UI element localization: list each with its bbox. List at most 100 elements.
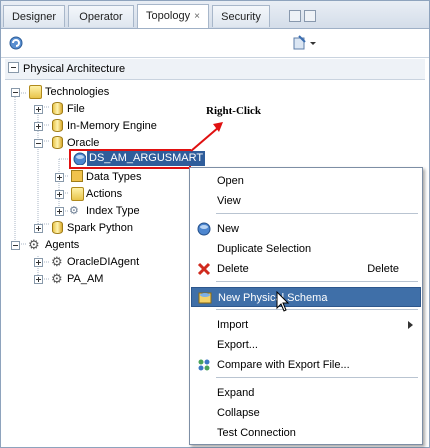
technology-icon bbox=[52, 119, 63, 132]
expand-icon[interactable] bbox=[55, 173, 64, 182]
technology-icon bbox=[52, 136, 63, 149]
expand-icon[interactable] bbox=[34, 105, 43, 114]
tree-item-technologies[interactable]: Technologies bbox=[1, 84, 201, 100]
tree-item-data-types[interactable]: Data Types bbox=[1, 169, 201, 185]
tab-security-label: Security bbox=[221, 11, 261, 23]
expand-icon[interactable] bbox=[34, 224, 43, 233]
delete-icon bbox=[197, 262, 211, 276]
menu-separator bbox=[216, 309, 418, 310]
menu-item-open[interactable]: Open bbox=[191, 171, 421, 191]
minimize-icon[interactable] bbox=[289, 10, 301, 22]
new-icon bbox=[197, 222, 211, 236]
collapse-icon[interactable] bbox=[34, 139, 43, 148]
tab-designer[interactable]: Designer bbox=[3, 5, 65, 27]
tree-label: Spark Python bbox=[67, 222, 134, 234]
tree-label: Data Types bbox=[86, 171, 142, 183]
expand-icon[interactable] bbox=[34, 258, 43, 267]
submenu-arrow-icon bbox=[408, 321, 413, 329]
menu-label: Test Connection bbox=[217, 427, 296, 439]
tree-label: OracleDIAgent bbox=[67, 256, 140, 268]
tab-topology-label: Topology bbox=[146, 10, 191, 22]
tree-item-data-server[interactable]: DS_AM_ARGUSMART bbox=[71, 151, 206, 167]
menu-item-delete[interactable]: Delete Delete bbox=[191, 259, 421, 279]
tab-designer-label: Designer bbox=[11, 11, 57, 23]
menu-label: Duplicate Selection bbox=[217, 243, 312, 255]
folder-icon bbox=[71, 187, 84, 201]
menu-label: Expand bbox=[217, 387, 255, 399]
tree-item-inmemory[interactable]: In-Memory Engine bbox=[1, 118, 201, 134]
technology-icon bbox=[52, 102, 63, 115]
menu-label: New Physical Schema bbox=[218, 292, 328, 304]
folder-icon bbox=[29, 85, 42, 99]
menu-label: Delete bbox=[217, 263, 249, 275]
expand-icon[interactable] bbox=[34, 275, 43, 284]
menu-separator bbox=[216, 281, 418, 282]
menu-item-expand[interactable]: Expand bbox=[191, 383, 421, 403]
data-server-icon bbox=[73, 152, 86, 165]
tree-label: DS_AM_ARGUSMART bbox=[87, 151, 206, 166]
menu-item-duplicate[interactable]: Duplicate Selection bbox=[191, 239, 421, 259]
toolbar bbox=[1, 29, 429, 58]
connect-navigator-icon[interactable] bbox=[9, 35, 25, 51]
tree-label: Technologies bbox=[45, 86, 110, 98]
expand-icon[interactable] bbox=[55, 190, 64, 199]
menu-separator bbox=[216, 213, 418, 214]
tree-item-file[interactable]: File bbox=[1, 101, 201, 117]
tab-security[interactable]: Security bbox=[212, 5, 270, 27]
tree-item-index-type[interactable]: ⚙ Index Type bbox=[1, 203, 201, 219]
compare-icon bbox=[198, 359, 210, 371]
physical-schema-icon bbox=[198, 292, 212, 304]
menu-label: Open bbox=[217, 175, 244, 187]
section-title: Physical Architecture bbox=[23, 63, 126, 75]
menu-label: New bbox=[217, 223, 240, 235]
expand-icon[interactable] bbox=[34, 122, 43, 131]
menu-item-view[interactable]: View bbox=[191, 191, 421, 211]
tab-operator-label: Operator bbox=[79, 11, 123, 23]
tree-item-spark-python[interactable]: Spark Python bbox=[1, 220, 201, 236]
tree-label: File bbox=[67, 103, 85, 115]
collapse-icon[interactable] bbox=[11, 88, 20, 97]
tree-item-actions[interactable]: Actions bbox=[1, 186, 201, 202]
menu-label: Import bbox=[217, 319, 249, 331]
tree-item-agents[interactable]: ⚙ Agents bbox=[1, 237, 201, 253]
technology-icon bbox=[52, 221, 63, 234]
data-types-icon bbox=[71, 170, 83, 182]
menu-item-collapse[interactable]: Collapse bbox=[191, 403, 421, 423]
collapse-icon[interactable] bbox=[8, 62, 19, 73]
close-tab-icon[interactable]: × bbox=[194, 11, 200, 22]
new-item-dropdown-icon[interactable] bbox=[292, 35, 318, 51]
menu-item-import[interactable]: Import bbox=[191, 315, 421, 335]
menu-item-new-physical-schema[interactable]: New Physical Schema bbox=[191, 287, 421, 307]
tree-label: Index Type bbox=[86, 205, 140, 217]
tree-label: In-Memory Engine bbox=[67, 120, 157, 132]
tab-bar: Designer Operator Topology × Security bbox=[1, 1, 429, 29]
tree-label: PA_AM bbox=[67, 273, 104, 285]
tree-item-agent-oracledi[interactable]: ⚙ OracleDIAgent bbox=[1, 254, 201, 270]
menu-item-test-connection[interactable]: Test Connection bbox=[191, 423, 421, 443]
agents-gear-icon: ⚙ bbox=[28, 237, 40, 252]
menu-item-compare[interactable]: Compare with Export File... bbox=[191, 355, 421, 375]
menu-item-new[interactable]: New bbox=[191, 219, 421, 239]
tree-item-agent-pa-am[interactable]: ⚙ PA_AM bbox=[1, 271, 201, 287]
expand-icon[interactable] bbox=[55, 207, 64, 216]
menu-separator bbox=[216, 377, 418, 378]
context-menu: Open View New Duplicate Selection Delete… bbox=[189, 167, 423, 445]
physical-architecture-header[interactable]: Physical Architecture bbox=[5, 59, 425, 80]
tab-operator[interactable]: Operator bbox=[68, 5, 134, 27]
collapse-icon[interactable] bbox=[11, 241, 20, 250]
menu-shortcut: Delete bbox=[367, 263, 399, 275]
tab-topology[interactable]: Topology × bbox=[137, 4, 209, 28]
annotation-label: Right-Click bbox=[206, 105, 261, 117]
topology-window: Designer Operator Topology × Security Phy… bbox=[0, 0, 430, 448]
menu-label: Collapse bbox=[217, 407, 260, 419]
menu-label: View bbox=[217, 195, 241, 207]
tree-label: Actions bbox=[86, 188, 123, 200]
menu-label: Compare with Export File... bbox=[217, 359, 350, 371]
menu-label: Export... bbox=[217, 339, 258, 351]
menu-item-export[interactable]: Export... bbox=[191, 335, 421, 355]
mouse-cursor-icon bbox=[276, 291, 290, 312]
agent-gear-icon: ⚙ bbox=[51, 254, 63, 269]
annotation-arrow-icon bbox=[190, 122, 223, 152]
maximize-icon[interactable] bbox=[304, 10, 316, 22]
agent-gear-icon: ⚙ bbox=[51, 271, 63, 286]
